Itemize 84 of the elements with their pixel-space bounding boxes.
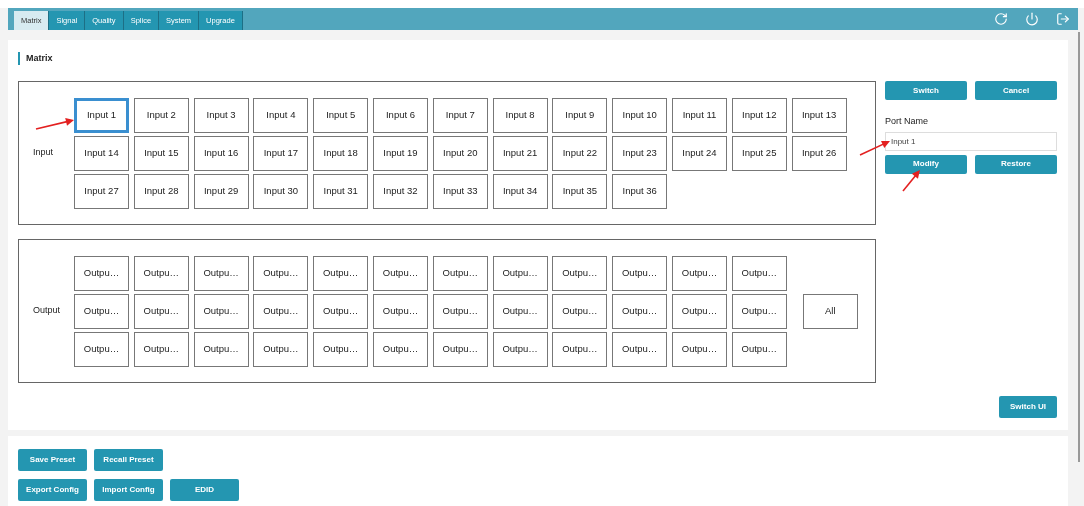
port-button[interactable]: Input 25 (731, 135, 787, 171)
port-button[interactable]: Input 10 (612, 97, 668, 133)
port-button[interactable]: Input 23 (612, 135, 668, 171)
port-button[interactable]: Outpu… (373, 255, 428, 291)
refresh-icon[interactable] (994, 12, 1008, 26)
port-button[interactable]: Input 35 (552, 173, 608, 209)
port-button[interactable]: Outpu… (253, 293, 309, 329)
annotation-arrow (859, 140, 890, 156)
port-button[interactable]: Outpu… (193, 255, 249, 291)
port-button[interactable]: Input 30 (253, 173, 309, 209)
port-button[interactable]: Input 5 (313, 97, 369, 133)
port-button[interactable]: Input 36 (612, 173, 668, 209)
port-button[interactable]: Outpu… (253, 255, 309, 291)
port-button[interactable]: Outpu… (612, 293, 668, 329)
port-button[interactable]: Outpu… (133, 331, 189, 367)
port-button[interactable]: Input 33 (432, 173, 488, 209)
port-button[interactable]: Outpu… (612, 331, 668, 367)
port-button[interactable]: Input 29 (193, 173, 249, 209)
port-button[interactable]: Input 31 (313, 173, 369, 209)
port-button[interactable]: Outpu… (74, 331, 129, 367)
port-button[interactable]: Outpu… (671, 255, 727, 291)
port-button[interactable]: Input 7 (432, 97, 488, 133)
panel-label: Input (32, 146, 55, 160)
panel-label: Output (32, 304, 62, 318)
port-button[interactable]: Outpu… (253, 331, 309, 367)
port-button[interactable]: Input 24 (671, 135, 727, 171)
port-button[interactable]: Input 20 (432, 135, 488, 171)
port-button[interactable]: Input 14 (74, 135, 129, 171)
port-button[interactable]: Outpu… (432, 255, 488, 291)
port-button[interactable]: Outpu… (671, 293, 727, 329)
port-button[interactable]: Outpu… (193, 293, 249, 329)
port-name-field[interactable]: Input 1 (885, 131, 1057, 151)
port-button[interactable]: Input 4 (253, 97, 309, 133)
port-button[interactable]: Input 12 (731, 97, 787, 133)
port-button[interactable]: Input 34 (492, 173, 548, 209)
port-button[interactable]: Input 8 (492, 97, 548, 133)
annotation-arrow (35, 118, 74, 130)
all-button[interactable]: All (802, 293, 858, 329)
port-button[interactable]: Input 6 (373, 97, 428, 133)
port-button[interactable]: Outpu… (432, 293, 488, 329)
port-button[interactable]: Outpu… (74, 255, 129, 291)
port-button[interactable]: Input 17 (253, 135, 309, 171)
port-button[interactable]: Outpu… (612, 255, 668, 291)
field-label: Port Name (885, 115, 929, 128)
port-button[interactable]: Outpu… (432, 331, 488, 367)
section-title: Matrix (18, 52, 876, 65)
port-button[interactable]: Input 15 (133, 135, 189, 171)
annotation-arrow (902, 170, 920, 192)
port-button[interactable]: Outpu… (492, 331, 548, 367)
port-button[interactable]: Outpu… (313, 293, 369, 329)
port-button[interactable]: Input 16 (193, 135, 249, 171)
port-button[interactable]: Outpu… (731, 255, 787, 291)
port-button[interactable]: Outpu… (313, 255, 369, 291)
port-button[interactable]: Input 26 (791, 135, 847, 171)
port-button[interactable]: Outpu… (133, 255, 189, 291)
port-button[interactable]: Outpu… (552, 255, 608, 291)
port-button[interactable]: Input 21 (492, 135, 548, 171)
port-button[interactable]: Outpu… (313, 331, 369, 367)
port-button[interactable]: Outpu… (671, 331, 727, 367)
logout-icon[interactable] (1056, 12, 1070, 26)
port-button[interactable]: Input 19 (373, 135, 428, 171)
port-button[interactable]: Input 22 (552, 135, 608, 171)
port-button[interactable]: Outpu… (731, 293, 787, 329)
port-button[interactable]: Input 2 (133, 97, 189, 133)
port-button[interactable]: Outpu… (552, 331, 608, 367)
port-button[interactable]: Input 18 (313, 135, 369, 171)
port-button[interactable]: Input 13 (791, 97, 847, 133)
port-button[interactable]: Outpu… (492, 293, 548, 329)
port-button[interactable]: Outpu… (373, 293, 428, 329)
port-button[interactable]: Input 27 (74, 173, 129, 209)
port-button[interactable]: Input 3 (193, 97, 249, 133)
port-button[interactable]: Outpu… (133, 293, 189, 329)
port-button[interactable]: Outpu… (492, 255, 548, 291)
port-button[interactable]: Outpu… (552, 293, 608, 329)
port-button[interactable]: Outpu… (731, 331, 787, 367)
port-button[interactable]: Input 11 (671, 97, 727, 133)
port-button[interactable]: Input 32 (373, 173, 428, 209)
port-button[interactable]: Outpu… (373, 331, 428, 367)
port-button[interactable]: Input 9 (552, 97, 608, 133)
port-button[interactable]: Outpu… (74, 293, 129, 329)
port-button[interactable]: Input 1 (74, 97, 129, 133)
port-button[interactable]: Input 28 (133, 173, 189, 209)
port-button[interactable]: Outpu… (193, 331, 249, 367)
power-icon[interactable] (1025, 12, 1039, 26)
